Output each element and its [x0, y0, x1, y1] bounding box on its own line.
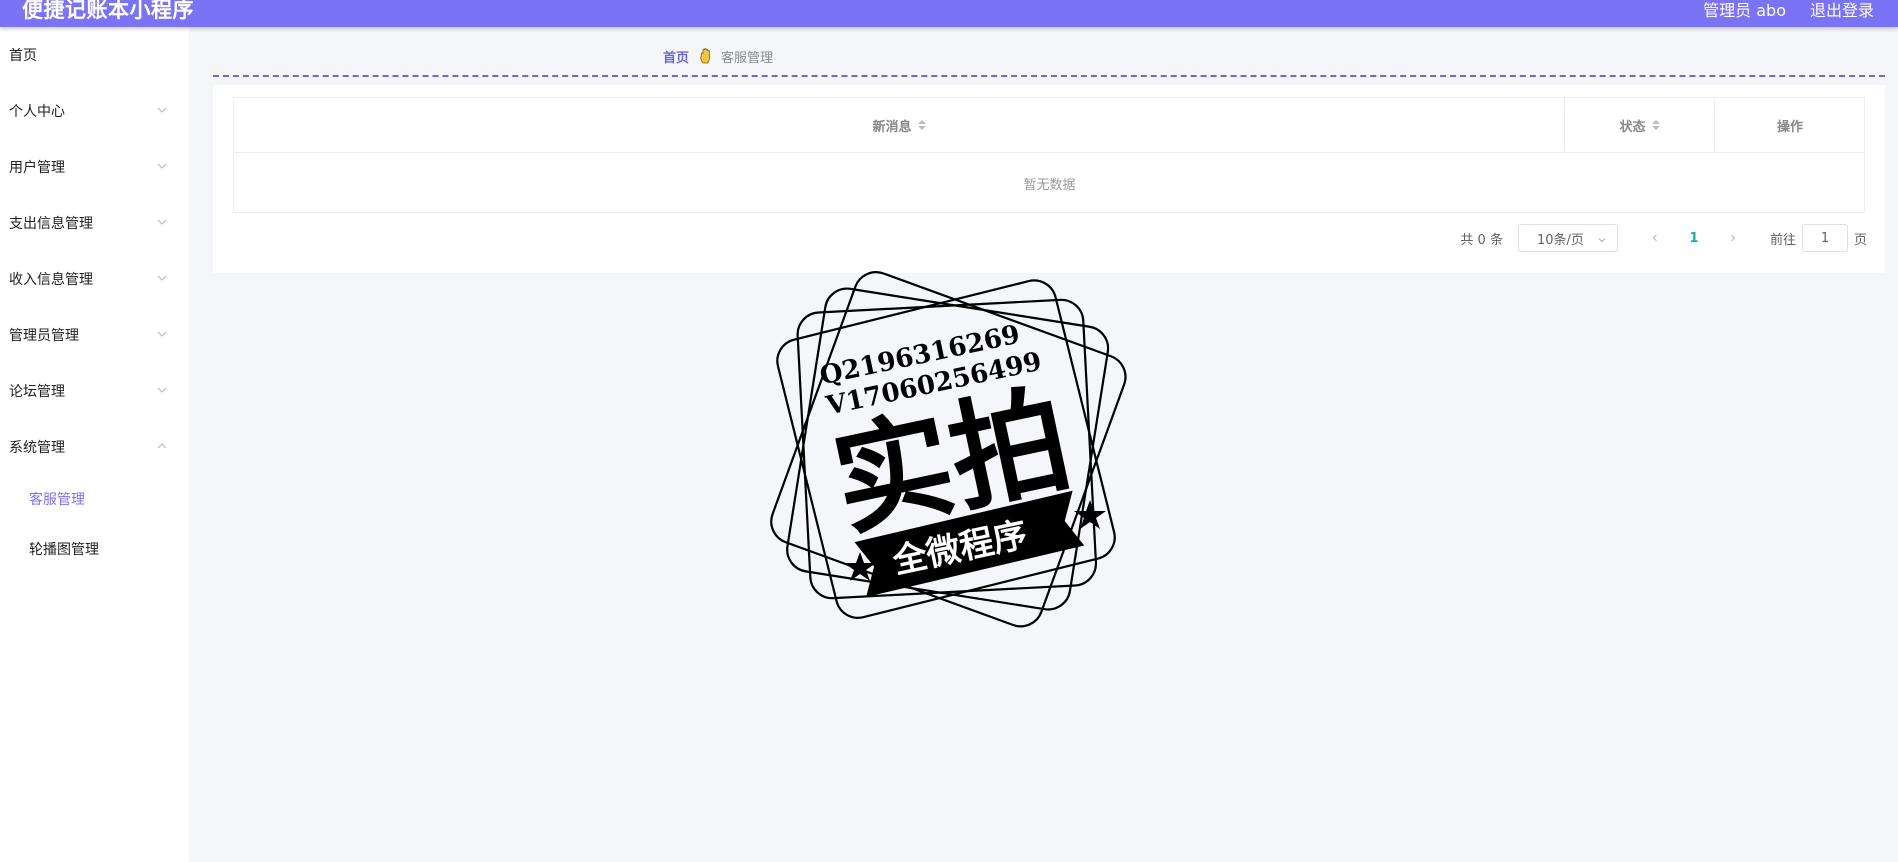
sidebar-item-income-management[interactable]: 收入信息管理 — [0, 259, 189, 299]
chevron-down-icon — [156, 328, 168, 340]
logout-button[interactable]: 退出登录 — [1810, 0, 1874, 21]
empty-placeholder: 暂无数据 — [1023, 177, 1076, 193]
breadcrumb: 首页 客服管理 — [663, 46, 773, 66]
content-card: 新消息 状态 操作 暂无数据 共 0 条 10条/页 1 前往 页 — [213, 85, 1885, 273]
sidebar-subitem-label: 客服管理 — [29, 492, 85, 508]
sidebar-item-forum-management[interactable]: 论坛管理 — [0, 371, 189, 411]
sidebar-item-home[interactable]: 首页 — [0, 35, 189, 75]
breadcrumb-divider — [213, 75, 1885, 77]
column-header-status[interactable]: 状态 — [1565, 98, 1715, 153]
pagination-total: 共 0 条 — [1460, 232, 1503, 248]
watermark-stamp: Q2196316269 V17060256499 实拍 全微程序 — [742, 248, 1152, 658]
sidebar: 首页 个人中心 用户管理 支出信息管理 收入信息管理 管理员管理 论坛管理 系统… — [0, 27, 189, 862]
user-label[interactable]: 管理员 abo — [1703, 0, 1786, 21]
app-title: 便捷记账本小程序 — [22, 0, 194, 22]
sidebar-item-label: 论坛管理 — [9, 384, 65, 400]
sidebar-item-expense-management[interactable]: 支出信息管理 — [0, 203, 189, 243]
page-number[interactable]: 1 — [1670, 231, 1718, 246]
top-header: 便捷记账本小程序 管理员 abo 退出登录 — [0, 0, 1898, 27]
header-right: 管理员 abo 退出登录 — [1703, 0, 1874, 21]
sidebar-item-label: 首页 — [9, 48, 37, 64]
sidebar-subitem-label: 轮播图管理 — [29, 542, 99, 558]
sidebar-item-personal-center[interactable]: 个人中心 — [0, 91, 189, 131]
chevron-down-icon — [156, 272, 168, 284]
sort-icon[interactable] — [1651, 120, 1660, 130]
sidebar-item-label: 用户管理 — [9, 160, 65, 176]
sidebar-subitem-customer-service[interactable]: 客服管理 — [0, 479, 189, 519]
jump-unit: 页 — [1853, 232, 1867, 248]
chevron-down-icon — [156, 384, 168, 396]
column-header-new-message[interactable]: 新消息 — [234, 98, 1565, 153]
watermark-line2: V17060256499 — [823, 347, 1045, 422]
hand-icon — [699, 48, 713, 64]
chevron-right-icon — [1731, 234, 1736, 242]
chevron-down-icon — [1597, 234, 1607, 249]
pagination: 共 0 条 10条/页 1 前往 页 — [1460, 224, 1867, 252]
breadcrumb-current: 客服管理 — [721, 50, 774, 66]
sidebar-subitem-carousel[interactable]: 轮播图管理 — [0, 529, 189, 569]
sidebar-item-label: 系统管理 — [9, 440, 65, 456]
prev-page-button[interactable] — [1640, 233, 1670, 243]
jump-label: 前往 — [1769, 232, 1796, 248]
sort-icon[interactable] — [917, 120, 926, 130]
sidebar-item-system-management[interactable]: 系统管理 — [0, 427, 189, 467]
next-page-button[interactable] — [1718, 233, 1748, 243]
watermark-banner: 全微程序 — [888, 515, 1030, 583]
data-table: 新消息 状态 操作 暂无数据 — [233, 97, 1865, 213]
watermark-main: 实拍 — [822, 369, 1082, 553]
chevron-down-icon — [156, 104, 168, 116]
breadcrumb-home[interactable]: 首页 — [663, 47, 689, 66]
sidebar-item-label: 个人中心 — [9, 104, 65, 120]
sidebar-item-label: 收入信息管理 — [9, 272, 93, 288]
sidebar-item-label: 管理员管理 — [9, 328, 79, 344]
star-icon — [844, 500, 1106, 581]
watermark-line1: Q2196316269 — [817, 320, 1022, 392]
page-size-select[interactable]: 10条/页 — [1517, 224, 1618, 252]
chevron-left-icon — [1652, 234, 1657, 242]
jump-page-input[interactable] — [1801, 224, 1848, 252]
chevron-up-icon — [156, 440, 168, 452]
chevron-down-icon — [156, 216, 168, 228]
sidebar-item-user-management[interactable]: 用户管理 — [0, 147, 189, 187]
chevron-down-icon — [156, 160, 168, 172]
sidebar-item-label: 支出信息管理 — [9, 216, 93, 232]
sidebar-item-admin-management[interactable]: 管理员管理 — [0, 315, 189, 355]
column-header-actions: 操作 — [1715, 98, 1865, 153]
